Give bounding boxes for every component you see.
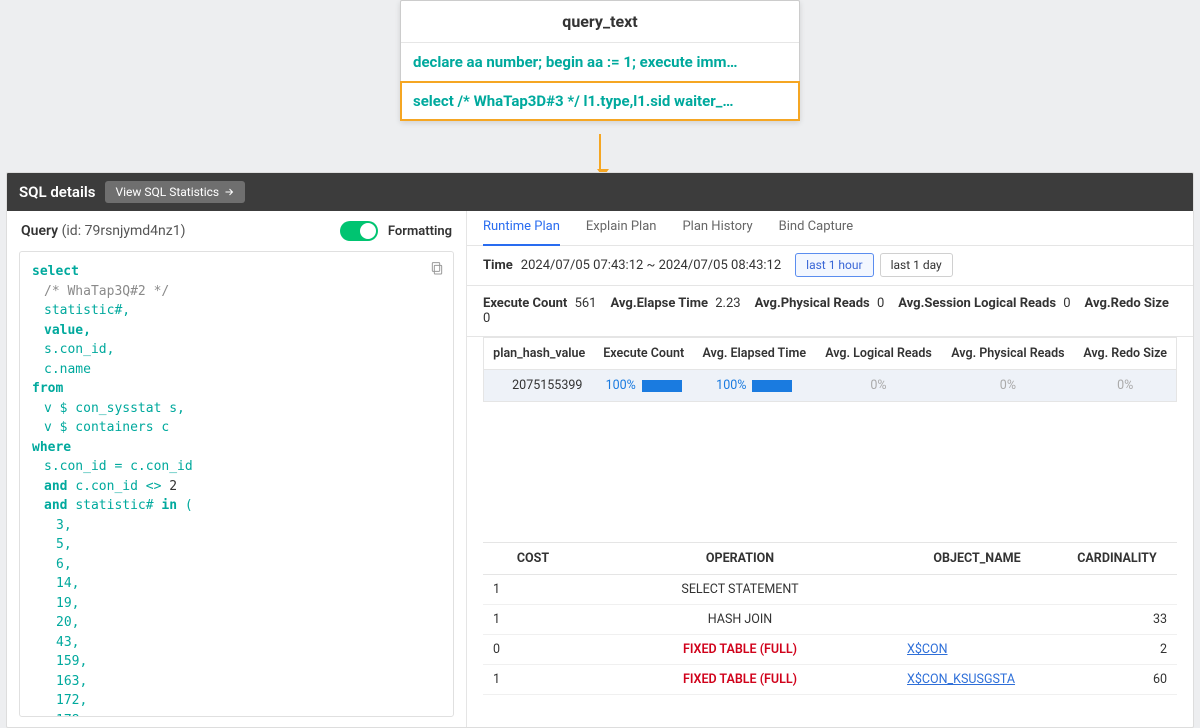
- phv-header: Avg. Redo Size: [1074, 338, 1176, 370]
- tabs: Runtime Plan Explain Plan Plan History Bind…: [467, 211, 1193, 246]
- tab-explain-plan[interactable]: Explain Plan: [586, 219, 657, 245]
- query-text-card: query_text declare aa number; begin aa :…: [400, 0, 800, 121]
- stat-item: Avg.Physical Reads 0: [755, 296, 885, 311]
- sql-line: 159,: [32, 652, 441, 672]
- phv-row[interactable]: 2075155399100% 100% 0%0%0%: [484, 370, 1177, 402]
- panel-header: SQL details View SQL Statistics: [7, 173, 1193, 211]
- tab-plan-history[interactable]: Plan History: [682, 219, 752, 245]
- sql-line: c.name: [32, 360, 441, 380]
- query-text-row[interactable]: select /* WhaTap3D#3 */ l1.type,l1.sid w…: [401, 82, 799, 120]
- plan-hash-table: plan_hash_valueExecute CountAvg. Elapsed…: [483, 337, 1177, 402]
- op-row[interactable]: 1HASH JOIN33: [483, 605, 1177, 635]
- object-link[interactable]: X$CON_KSUSGSTA: [907, 672, 1015, 687]
- stats-line: Execute Count 561 Avg.Elapse Time 2.23 Avg…: [467, 286, 1193, 337]
- stat-item: Avg.Session Logical Reads 0: [898, 296, 1070, 311]
- sql-line: s.con_id,: [32, 340, 441, 360]
- sql-line: 20,: [32, 613, 441, 633]
- sql-line: and c.con_id <> 2: [32, 477, 441, 497]
- sql-line: 172,: [32, 691, 441, 711]
- phv-header: plan_hash_value: [484, 338, 595, 370]
- button-label: View SQL Statistics: [115, 185, 219, 199]
- arrow-right-icon: [223, 186, 235, 198]
- query-text-title: query_text: [401, 1, 799, 43]
- sql-line: statistic#,: [32, 301, 441, 321]
- query-head: Query (id: 79rsnjymd4nz1) Formatting: [7, 211, 466, 251]
- op-header: OPERATION: [583, 543, 897, 575]
- phv-header: Avg. Physical Reads: [941, 338, 1074, 370]
- sql-line: /* WhaTap3Q#2 */: [32, 282, 441, 302]
- sql-line: 14,: [32, 574, 441, 594]
- query-label: Query: [21, 223, 58, 239]
- phv-header: Avg. Elapsed Time: [693, 338, 816, 370]
- stat-item: Execute Count 561: [483, 296, 597, 311]
- formatting-toggle[interactable]: [340, 221, 378, 241]
- formatting-label: Formatting: [388, 224, 452, 239]
- time-pill-last-1h[interactable]: last 1 hour: [795, 253, 873, 277]
- arrow-down-icon: [597, 134, 603, 174]
- op-header: CARDINALITY: [1057, 543, 1177, 575]
- query-id-prefix: id:: [66, 223, 81, 239]
- view-sql-statistics-button[interactable]: View SQL Statistics: [105, 181, 245, 203]
- sql-line: 43,: [32, 633, 441, 653]
- sql-line: 3,: [32, 516, 441, 536]
- sql-details-panel: SQL details View SQL Statistics Query (i…: [6, 172, 1194, 728]
- sql-line: from: [32, 381, 63, 396]
- op-header: COST: [483, 543, 583, 575]
- detail-column: Runtime Plan Explain Plan Plan History Bind…: [467, 211, 1193, 728]
- sql-line: 6,: [32, 555, 441, 575]
- stat-item: Avg.Elapse Time 2.23: [611, 296, 741, 311]
- operation-table: COSTOPERATIONOBJECT_NAMECARDINALITY 1SEL…: [483, 542, 1177, 695]
- panel-title: SQL details: [19, 183, 95, 201]
- op-header: OBJECT_NAME: [897, 543, 1057, 575]
- phv-header: Execute Count: [594, 338, 693, 370]
- sql-line: 5,: [32, 535, 441, 555]
- sql-line: 163,: [32, 672, 441, 692]
- sql-line: s.con_id = c.con_id: [32, 457, 441, 477]
- copy-icon[interactable]: [429, 260, 445, 283]
- sql-line: v $ con_sysstat s,: [32, 399, 441, 419]
- sql-line: v $ containers c: [32, 418, 441, 438]
- time-range-value: 2024/07/05 07:43:12 ~ 2024/07/05 08:43:1…: [521, 258, 781, 273]
- sql-line: 19,: [32, 594, 441, 614]
- query-id: 79rsnjymd4nz1: [85, 223, 181, 239]
- sql-line: 178,: [32, 711, 441, 718]
- time-label: Time: [483, 258, 513, 273]
- query-source-box[interactable]: select/* WhaTap3Q#2 */statistic#,value,s…: [19, 251, 454, 717]
- sql-line: where: [32, 440, 71, 455]
- op-row[interactable]: 1FIXED TABLE (FULL)X$CON_KSUSGSTA60: [483, 665, 1177, 695]
- object-link[interactable]: X$CON: [907, 642, 948, 657]
- op-row[interactable]: 0FIXED TABLE (FULL)X$CON2: [483, 635, 1177, 665]
- sql-line: and statistic# in (: [32, 496, 441, 516]
- tab-bind-capture[interactable]: Bind Capture: [779, 219, 853, 245]
- sql-line: value,: [32, 321, 441, 341]
- query-text-row[interactable]: declare aa number; begin aa := 1; execut…: [401, 43, 799, 82]
- time-range-bar: Time 2024/07/05 07:43:12 ~ 2024/07/05 08…: [467, 246, 1193, 286]
- sql-line: select: [32, 264, 79, 279]
- tab-runtime-plan[interactable]: Runtime Plan: [483, 219, 560, 246]
- query-column: Query (id: 79rsnjymd4nz1) Formatting: [7, 211, 467, 728]
- phv-header: Avg. Logical Reads: [816, 338, 942, 370]
- op-row[interactable]: 1SELECT STATEMENT: [483, 575, 1177, 605]
- time-pill-last-1d[interactable]: last 1 day: [880, 253, 953, 277]
